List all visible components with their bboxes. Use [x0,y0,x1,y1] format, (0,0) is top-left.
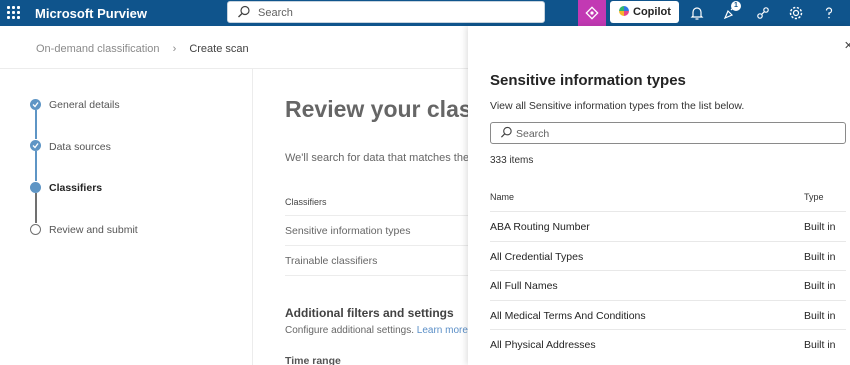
gear-icon[interactable] [787,4,805,22]
divider [285,215,468,216]
copilot-label: Copilot [633,6,671,18]
item-count: 333 items [490,155,534,166]
row-name: ABA Routing Number [490,221,590,233]
copilot-logo-icon [619,6,629,16]
pending-step-circle-icon [30,224,41,235]
step-classifiers[interactable]: Classifiers [49,182,102,194]
purview-copilot-shortcut-button[interactable] [578,0,606,26]
additional-settings-text: Configure additional settings. [285,325,414,336]
column-header-name[interactable]: Name [490,192,514,202]
row-type: Built in [804,310,836,322]
app-launcher-icon[interactable] [7,6,21,20]
global-search-input[interactable]: Search [227,1,545,23]
row-type: Built in [804,339,836,351]
step-connector [35,110,37,139]
row-name: All Full Names [490,280,558,292]
top-bar: Microsoft Purview Search Copilot 1 [0,0,850,26]
table-row[interactable]: All Medical Terms And Conditions Built i… [490,300,846,329]
row-name: All Credential Types [490,251,584,263]
search-placeholder: Search [258,7,293,19]
share-network-icon[interactable] [754,4,772,22]
row-type: Built in [804,251,836,263]
row-name: All Medical Terms And Conditions [490,310,646,322]
breadcrumb-on-demand-classification[interactable]: On-demand classification [36,43,160,55]
divider [285,245,468,246]
table-row[interactable]: All Physical Addresses Built in [490,329,846,358]
notification-badge: 1 [731,1,741,11]
check-circle-icon [30,99,41,110]
check-circle-icon [30,140,41,151]
divider [285,275,468,276]
panel-search-input[interactable]: Search [490,122,846,144]
current-step-dot-icon [30,182,41,193]
classifier-row-trainable-classifiers: Trainable classifiers [285,255,378,267]
column-header-type[interactable]: Type [804,192,824,202]
pin-icon [585,6,599,20]
table-row[interactable]: ABA Routing Number Built in [490,211,846,240]
search-icon [500,126,513,144]
step-review-and-submit[interactable]: Review and submit [49,224,138,236]
panel-description: View all Sensitive information types fro… [490,100,745,112]
table-row[interactable]: All Full Names Built in [490,270,846,299]
page-description: We'll search for data that matches the [285,152,470,164]
step-connector [35,151,37,181]
app-name[interactable]: Microsoft Purview [35,6,147,21]
sensitive-info-types-panel: ✕ Sensitive information types View all S… [468,26,850,365]
copilot-button[interactable]: Copilot [610,1,679,23]
classifier-row-sensitive-info-types: Sensitive information types [285,225,411,237]
additional-filters-description: Configure additional settings. Learn mor… [285,325,496,336]
step-connector [35,193,37,223]
panel-title: Sensitive information types [490,72,686,89]
search-icon [237,5,251,19]
time-range-label: Time range [285,355,341,365]
row-name: All Physical Addresses [490,339,596,351]
step-general-details[interactable]: General details [49,99,120,111]
close-icon[interactable]: ✕ [844,39,850,52]
bell-icon[interactable] [688,4,706,22]
breadcrumb-create-scan: Create scan [189,43,249,55]
row-type: Built in [804,221,836,233]
divider [0,68,468,69]
classifiers-column-header: Classifiers [285,197,327,207]
help-icon[interactable] [820,4,838,22]
step-data-sources[interactable]: Data sources [49,141,111,153]
divider [252,69,253,365]
row-type: Built in [804,280,836,292]
panel-search-placeholder: Search [516,128,550,140]
table-row[interactable]: All Credential Types Built in [490,241,846,270]
additional-filters-heading: Additional filters and settings [285,306,454,320]
breadcrumb: On-demand classification › Create scan [36,43,249,55]
chevron-right-icon: › [172,43,177,55]
